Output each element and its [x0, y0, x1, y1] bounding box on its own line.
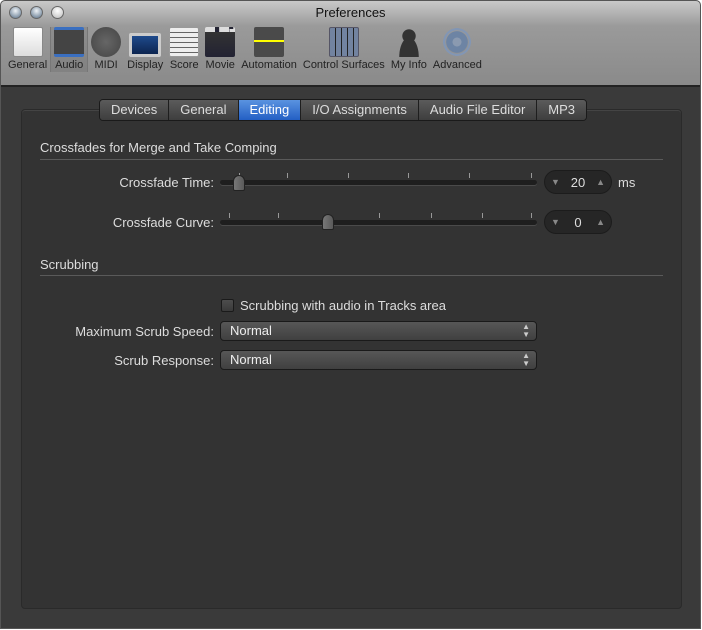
scrubbing-heading: Scrubbing [40, 257, 99, 272]
crossfades-heading: Crossfades for Merge and Take Comping [40, 140, 277, 155]
scrub-response-label: Scrub Response: [114, 353, 214, 368]
crossfade-curve-label: Crossfade Curve: [112, 215, 214, 230]
clapperboard-icon [205, 27, 236, 57]
max-scrub-speed-label: Maximum Scrub Speed: [75, 324, 214, 339]
toolbar-item-label: Audio [55, 59, 84, 71]
updown-arrows-icon: ▲ ▼ [522, 322, 530, 339]
divider [40, 275, 663, 276]
scrub-response-popup[interactable]: Normal ▲ ▼ [220, 350, 537, 370]
music-notes-icon [169, 27, 200, 57]
toolbar-item-label: Score [169, 59, 199, 71]
tab-bar: Devices General Editing I/O Assignments Audi… [99, 99, 588, 121]
toolbar-item-control-surfaces[interactable]: Control Surfaces [300, 27, 388, 72]
monitor-icon [129, 33, 162, 57]
increment-icon[interactable]: ▲ [596, 217, 605, 227]
toolbar-item-label: Display [127, 59, 164, 71]
switch-icon [12, 27, 43, 57]
window-title: Preferences [315, 5, 386, 20]
toolbar-item-label: Control Surfaces [302, 59, 385, 71]
toolbar-item-advanced[interactable]: Advanced [430, 27, 485, 72]
tab-devices[interactable]: Devices [100, 100, 170, 120]
toolbar-item-label: My Info [390, 59, 427, 71]
decrement-icon[interactable]: ▼ [551, 177, 560, 187]
toolbar-item-label: MIDI [94, 59, 118, 71]
gear-icon [442, 27, 473, 57]
faders-icon [328, 27, 359, 57]
increment-icon[interactable]: ▲ [596, 177, 605, 187]
updown-arrows-icon: ▲ ▼ [522, 351, 530, 368]
toolbar-item-general[interactable]: General [5, 27, 50, 72]
toolbar-item-label: Movie [205, 59, 235, 71]
divider [40, 159, 663, 160]
crossfade-time-unit: ms [618, 175, 636, 190]
tab-general[interactable]: General [169, 100, 239, 120]
toolbar-item-score[interactable]: Score [166, 27, 202, 72]
crossfade-time-stepper[interactable]: ▼ 20 ▲ [544, 170, 612, 194]
crossfade-curve-stepper[interactable]: ▼ 0 ▲ [544, 210, 612, 234]
scrubbing-checkbox[interactable] [221, 299, 234, 312]
toolbar-item-label: Advanced [432, 59, 482, 71]
toolbar-item-label: Automation [241, 59, 297, 71]
midi-connector-icon [91, 27, 122, 57]
decrement-icon[interactable]: ▼ [551, 217, 560, 227]
toolbar-item-audio[interactable]: Audio [50, 27, 89, 72]
slider-thumb[interactable] [233, 175, 245, 191]
tab-i-o-assignments[interactable]: I/O Assignments [301, 100, 419, 120]
popup-value: Normal [230, 352, 272, 367]
toolbar-item-movie[interactable]: Movie [202, 27, 238, 72]
popup-value: Normal [230, 323, 272, 338]
titlebar: Preferences General Audio MIDI Display Score… [1, 1, 700, 87]
waveform-icon [54, 27, 85, 57]
crossfade-time-value: 20 [570, 174, 586, 190]
preferences-window: Preferences General Audio MIDI Display Score… [0, 0, 701, 629]
tab-audio-file-editor[interactable]: Audio File Editor [418, 100, 538, 120]
crossfade-time-label: Crossfade Time: [119, 175, 214, 190]
toolbar-item-label: General [8, 59, 48, 71]
toolbar-item-automation[interactable]: Automation [238, 27, 300, 72]
max-scrub-speed-popup[interactable]: Normal ▲ ▼ [220, 321, 537, 341]
automation-curve-icon [254, 27, 285, 57]
slider-thumb[interactable] [322, 214, 334, 230]
scrubbing-checkbox-label[interactable]: Scrubbing with audio in Tracks area [240, 298, 446, 313]
toolbar: General Audio MIDI Display Score Movie Automat… [5, 27, 485, 72]
crossfade-curve-value: 0 [574, 214, 582, 230]
toolbar-item-my-info[interactable]: My Info [388, 27, 430, 72]
toolbar-item-midi[interactable]: MIDI [88, 27, 124, 72]
tab-mp3[interactable]: MP3 [537, 100, 587, 120]
toolbar-item-display[interactable]: Display [124, 33, 166, 72]
person-icon [393, 27, 424, 57]
tab-editing[interactable]: Editing [238, 100, 302, 120]
